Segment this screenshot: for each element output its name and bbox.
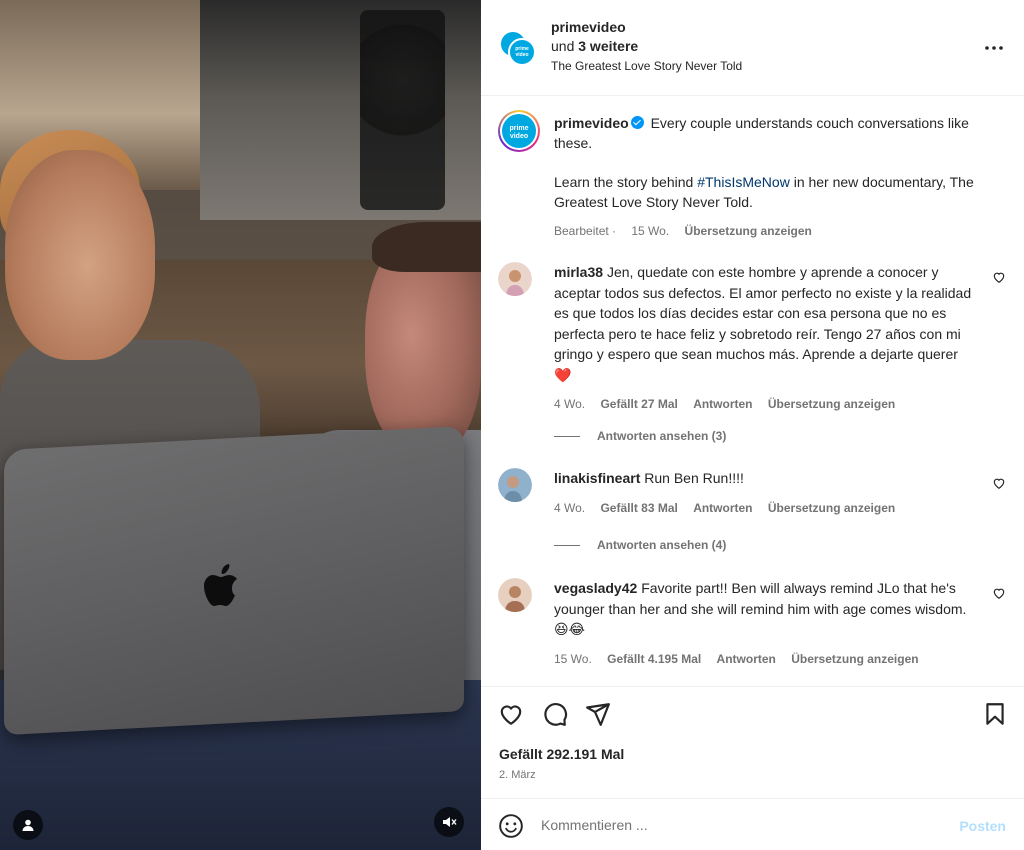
collab-prefix: und	[551, 38, 575, 54]
comment-composer: Posten	[481, 798, 1024, 850]
like-comment-heart-icon[interactable]	[992, 270, 1006, 284]
share-icon[interactable]	[585, 701, 611, 727]
post-actions: Gefällt 292.191 Mal 2. März	[481, 686, 1024, 798]
post-comment-button[interactable]: Posten	[959, 818, 1006, 834]
man-hair	[372, 222, 481, 272]
reply-button[interactable]: Antworten	[717, 652, 776, 666]
caption-line2: Learn the story behind #ThisIsMeNow in h…	[554, 174, 974, 210]
comment-age: 4 Wo.	[554, 397, 586, 411]
translate-link[interactable]: Übersetzung anzeigen	[791, 652, 918, 666]
avatar[interactable]: prime video	[498, 28, 538, 68]
comment-age: 4 Wo.	[554, 500, 586, 515]
woman-face	[5, 150, 155, 360]
post-video[interactable]	[0, 0, 481, 850]
like-comment-heart-icon[interactable]	[992, 586, 1006, 600]
avatar[interactable]	[498, 468, 532, 502]
comments-list[interactable]: prime video primevideo Every couple unde…	[481, 97, 1024, 685]
view-replies-button[interactable]: Antworten ansehen (4)	[554, 538, 726, 552]
comment-username[interactable]: vegaslady42	[554, 580, 637, 596]
comment-username[interactable]: linakisfineart	[554, 470, 640, 486]
avatar[interactable]	[498, 578, 532, 612]
bookmark-icon[interactable]	[982, 701, 1008, 727]
reply-button[interactable]: Antworten	[693, 501, 752, 515]
comment-likes[interactable]: Gefällt 83 Mal	[600, 501, 677, 515]
tagged-users-button[interactable]	[13, 810, 43, 840]
comment-likes[interactable]: Gefällt 4.195 Mal	[607, 652, 701, 666]
hashtag-link[interactable]: #ThisIsMeNow	[697, 174, 790, 190]
reply-button[interactable]: Antworten	[693, 397, 752, 411]
comment-text: Run Ben Run!!!!	[644, 470, 744, 486]
post-date[interactable]: 2. März	[499, 769, 536, 781]
film-camera	[360, 10, 445, 210]
emoji-icon[interactable]	[498, 813, 524, 839]
audio-title[interactable]: The Greatest Love Story Never Told	[551, 59, 742, 73]
likes-count[interactable]: Gefällt 292.191 Mal	[499, 746, 624, 762]
comment-age: 15 Wo.	[554, 651, 592, 666]
translate-link[interactable]: Übersetzung anzeigen	[768, 397, 895, 411]
user-icon	[22, 819, 34, 831]
instagram-post-modal: prime video primevideo und 3 weitere The…	[0, 0, 1024, 850]
caption-username[interactable]: primevideo	[554, 115, 629, 131]
more-horizontal-icon[interactable]	[982, 38, 1006, 58]
collab-avatars-icon: prime video	[499, 30, 536, 66]
svg-text:video: video	[510, 133, 528, 140]
view-replies-button[interactable]: Antworten ansehen (3)	[554, 429, 726, 443]
svg-text:video: video	[515, 52, 528, 58]
like-comment-heart-icon[interactable]	[992, 476, 1006, 490]
collaborators[interactable]: und 3 weitere	[551, 38, 742, 54]
post-sidebar: prime video primevideo und 3 weitere The…	[481, 0, 1024, 850]
caption-avatar[interactable]: prime video	[498, 110, 540, 152]
muted-speaker-icon	[443, 817, 457, 827]
mute-button[interactable]	[434, 807, 464, 837]
edited-label: Bearbeitet · 15 Wo.	[554, 224, 670, 238]
translate-link[interactable]: Übersetzung anzeigen	[685, 224, 812, 238]
post-header: prime video primevideo und 3 weitere The…	[481, 0, 1024, 96]
collab-count[interactable]: 3 weitere	[578, 38, 638, 54]
svg-text:prime: prime	[509, 125, 528, 132]
verified-badge-icon	[630, 116, 644, 129]
avatar[interactable]	[498, 262, 532, 296]
comment-likes[interactable]: Gefällt 27 Mal	[600, 397, 677, 411]
comment-text: Jen, quedate con este hombre y aprende a…	[554, 264, 972, 383]
translate-link[interactable]: Übersetzung anzeigen	[768, 501, 895, 515]
comment-input[interactable]	[541, 813, 941, 837]
comment-username[interactable]: mirla38	[554, 264, 603, 280]
apple-logo-icon	[204, 564, 237, 606]
header-username[interactable]: primevideo	[551, 19, 742, 35]
heart-icon[interactable]	[498, 701, 524, 727]
primevideo-logo-icon: prime video	[502, 114, 536, 148]
comment-icon[interactable]	[542, 701, 568, 727]
